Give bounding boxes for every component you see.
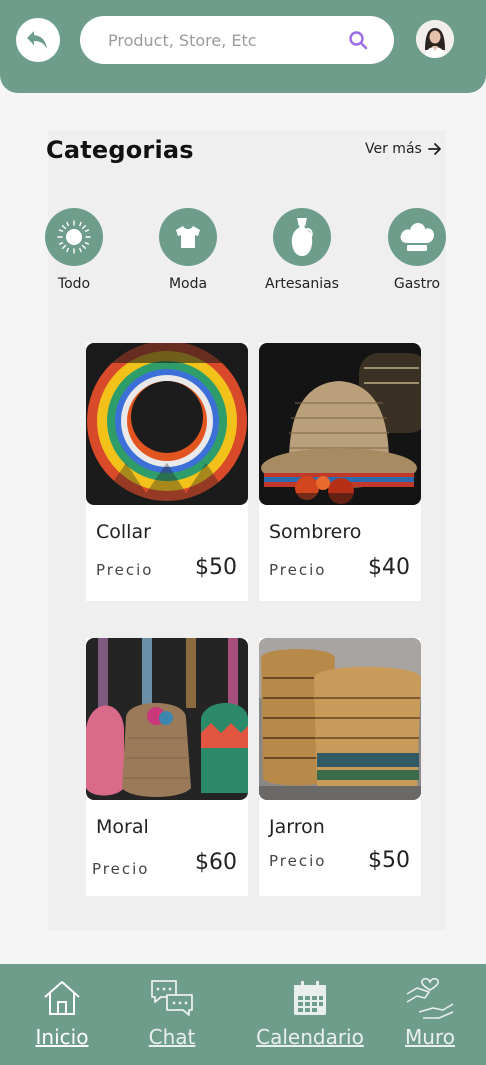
sun-icon	[57, 220, 91, 254]
category-artesanias[interactable]: Artesanias	[252, 208, 352, 292]
nav-label: Chat	[148, 1025, 196, 1049]
category-label: Moda	[168, 276, 208, 292]
categories-title: Categorias	[46, 136, 194, 164]
back-button[interactable]	[16, 18, 60, 62]
product-image	[86, 638, 248, 800]
product-image	[259, 343, 421, 505]
price-label: Precio	[269, 852, 327, 870]
product-price: $40	[368, 555, 410, 580]
price-label: Precio	[92, 860, 150, 878]
arrow-right-icon	[427, 143, 441, 155]
chat-bubbles-icon	[151, 980, 193, 1016]
user-avatar-icon	[416, 20, 454, 58]
search-bar	[80, 16, 394, 64]
product-card-jarron[interactable]: Jarron Precio $50	[259, 638, 421, 896]
top-bar	[0, 0, 486, 93]
nav-item-chat[interactable]: Chat	[112, 964, 232, 1065]
vase-icon	[291, 218, 313, 256]
product-card-collar[interactable]: Collar Precio $50	[86, 343, 248, 601]
see-more-link[interactable]: Ver más	[365, 141, 442, 157]
category-todo[interactable]: Todo	[24, 208, 124, 292]
category-circle	[45, 208, 103, 266]
nav-label: Calendario	[256, 1025, 364, 1049]
nav-item-calendario[interactable]: Calendario	[250, 964, 370, 1065]
nav-item-inicio[interactable]: Inicio	[2, 964, 122, 1065]
see-more-label: Ver más	[365, 141, 422, 157]
product-name: Collar	[96, 521, 151, 543]
home-icon	[44, 981, 80, 1015]
product-name: Moral	[96, 816, 149, 838]
tshirt-icon	[176, 226, 200, 248]
category-circle	[388, 208, 446, 266]
bottom-navigation: Inicio Chat Calendario Muro	[0, 964, 486, 1065]
avatar[interactable]	[416, 20, 454, 58]
category-label: Artesanias	[265, 276, 339, 292]
category-label: Todo	[57, 276, 91, 292]
nav-label: Inicio	[35, 1025, 89, 1049]
nav-label: Muro	[405, 1025, 455, 1049]
product-price: $60	[195, 850, 237, 875]
category-circle	[159, 208, 217, 266]
product-image	[259, 638, 421, 800]
nav-item-muro[interactable]: Muro	[370, 964, 486, 1065]
chef-hat-icon	[400, 223, 434, 251]
product-card-sombrero[interactable]: Sombrero Precio $40	[259, 343, 421, 601]
price-label: Precio	[96, 561, 154, 579]
product-price: $50	[368, 848, 410, 873]
category-gastro[interactable]: Gastro	[367, 208, 467, 292]
price-label: Precio	[269, 561, 327, 579]
product-name: Jarron	[269, 816, 325, 838]
undo-arrow-icon	[27, 31, 47, 49]
category-label: Gastro	[393, 276, 441, 292]
search-icon[interactable]	[348, 30, 368, 50]
category-circle	[273, 208, 331, 266]
calendar-icon	[294, 981, 326, 1015]
product-name: Sombrero	[269, 521, 362, 543]
product-card-moral[interactable]: Moral Precio $60	[86, 638, 248, 896]
category-moda[interactable]: Moda	[138, 208, 238, 292]
search-input[interactable]	[108, 28, 348, 52]
product-price: $50	[195, 555, 237, 580]
product-image	[86, 343, 248, 505]
heart-hand-icon	[406, 977, 454, 1019]
